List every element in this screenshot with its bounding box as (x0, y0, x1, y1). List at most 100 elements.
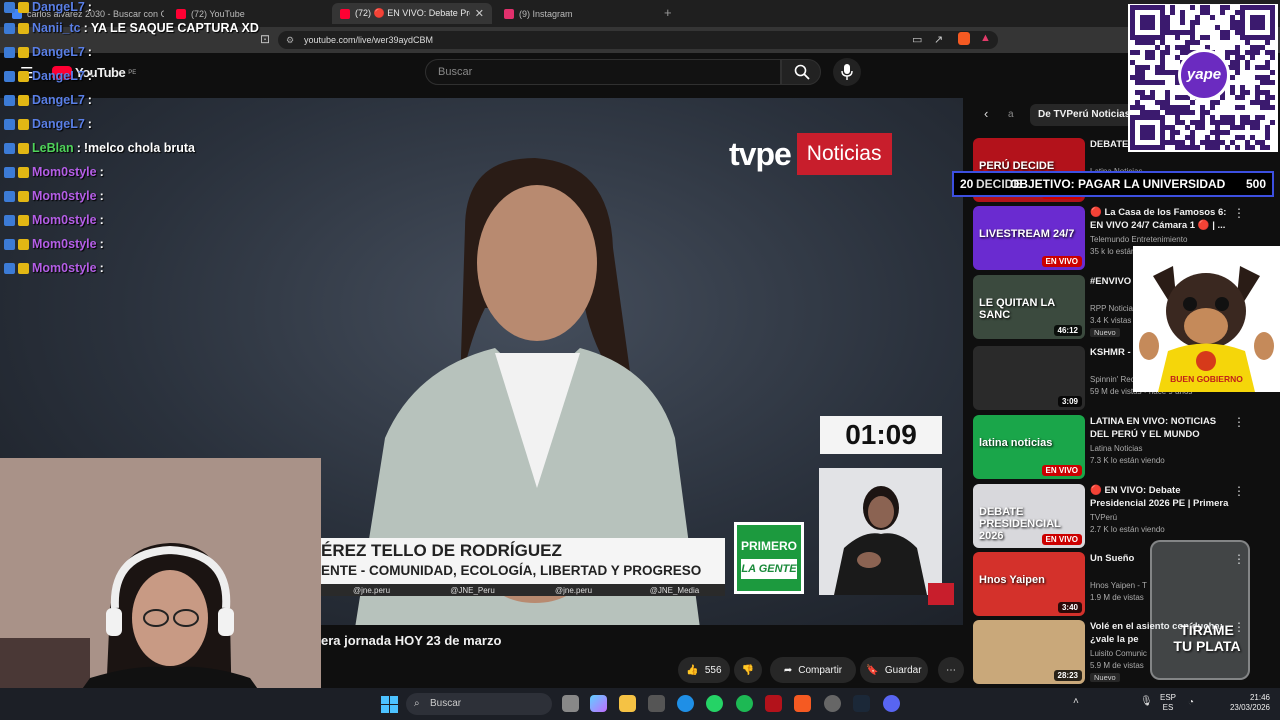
channel-name[interactable]: Latina Noticias (1090, 444, 1142, 453)
chat-message: DangeL7: (4, 93, 95, 107)
chat-username[interactable]: DangeL7 (32, 69, 85, 83)
video-title[interactable]: LATINA EN VIVO: NOTICIAS DEL PERÚ Y EL M… (1090, 415, 1230, 441)
edge-icon[interactable] (677, 695, 694, 712)
cast-icon[interactable]: ▭ (912, 33, 922, 46)
wifi-icon[interactable]: ◔ (1188, 697, 1194, 708)
duration-badge: 3:40 (1057, 602, 1082, 613)
debate-timer: 01:09 (820, 416, 942, 454)
chat-username[interactable]: Mom0style (32, 213, 97, 227)
search-input[interactable]: Buscar (425, 59, 781, 85)
task-view-icon[interactable] (562, 695, 579, 712)
discord-icon[interactable] (883, 695, 900, 712)
live-badge: EN VIVO (1041, 465, 1082, 476)
input-language[interactable]: ESP ES (1160, 693, 1176, 713)
language-code: ESP (1160, 693, 1177, 702)
microphone-tray-icon[interactable]: 🎙 (1140, 696, 1153, 707)
video-title[interactable]: 🔴 EN VIVO: Debate Presidencial 2026 PE |… (1090, 484, 1230, 511)
recommended-video[interactable]: DEBATE PRESIDENCIAL 2026 EN VIVO 🔴 EN VIVO… (973, 484, 1273, 548)
taskbar-search[interactable]: ⌕ Buscar (406, 693, 552, 715)
tab-instagram[interactable]: (9) Instagram (496, 3, 656, 24)
chat-username[interactable]: DangeL7 (32, 45, 85, 59)
steam-icon[interactable] (853, 695, 870, 712)
view-count: 5.9 M de vistas (1090, 661, 1144, 670)
obs-icon[interactable] (824, 695, 841, 712)
social-handle: @jne.peru (352, 585, 391, 595)
brave-shield-icon[interactable] (958, 32, 970, 45)
new-badge: Nuevo (1090, 328, 1120, 337)
chat-separator: : (99, 237, 104, 251)
chat-badge-icon (4, 46, 15, 58)
video-thumbnail[interactable]: DEBATE PRESIDENCIAL 2026 EN VIVO (973, 484, 1085, 548)
chat-username[interactable]: DangeL7 (32, 93, 85, 107)
chat-username[interactable]: Mom0style (32, 237, 97, 251)
file-explorer-icon[interactable] (619, 695, 636, 712)
channel-name[interactable]: RPP Noticias (1090, 304, 1137, 313)
save-button[interactable]: 🔖 Guardar (860, 657, 928, 683)
video-thumbnail[interactable]: LE QUITAN LA SANC 46:12 (973, 275, 1085, 339)
live-badge: EN VIVO (1041, 256, 1082, 267)
youtube-icon (340, 8, 350, 19)
chip-filter[interactable]: a (1000, 104, 1022, 126)
close-tab-icon[interactable]: ✕ (475, 7, 484, 20)
social-handle: @jne.peru (554, 585, 593, 595)
copilot-icon[interactable] (590, 695, 607, 712)
chat-username[interactable]: Mom0style (32, 189, 97, 203)
video-thumbnail[interactable]: 3:09 (973, 346, 1085, 410)
store-icon[interactable] (648, 695, 665, 712)
like-button[interactable]: 👍 556 (678, 657, 730, 683)
channel-name[interactable]: Hnos Yaipen - T (1090, 581, 1147, 590)
bookmark-icon[interactable]: ⊡ (260, 32, 270, 46)
chat-username[interactable]: Nanii_tc (32, 21, 81, 35)
voice-search-button[interactable] (833, 58, 861, 86)
clock[interactable]: 21:46 23/03/2026 (1218, 693, 1270, 713)
channel-name[interactable]: Spinnin' Rec (1090, 375, 1135, 384)
video-thumbnail[interactable]: 28:23 (973, 620, 1085, 684)
url-field[interactable]: ⚙ youtube.com/live/wer39aydCBM (278, 31, 998, 49)
video-thumbnail[interactable]: Hnos Yaipen 3:40 (973, 552, 1085, 616)
more-options-icon[interactable]: ⋮ (1233, 415, 1245, 429)
whatsapp-icon[interactable] (706, 695, 723, 712)
share-icon[interactable]: ↗ (934, 33, 943, 46)
video-thumbnail[interactable]: latina noticias EN VIVO (973, 415, 1085, 479)
chat-username[interactable]: DangeL7 (32, 117, 85, 131)
chip-tvperu[interactable]: De TVPerú Noticias (1030, 104, 1139, 126)
taskbar-search-label: Buscar (430, 698, 462, 709)
video-thumbnail[interactable]: LIVESTREAM 24/7 EN VIVO (973, 206, 1085, 270)
lower-third: ÉREZ TELLO DE RODRÍGUEZ ENTE - COMUNIDAD… (321, 538, 725, 584)
more-options-icon[interactable]: ⋮ (1233, 206, 1245, 220)
share-button[interactable]: ➦ Compartir (770, 657, 856, 683)
tab-debate-live[interactable]: (72) 🔴 EN VIVO: Debate Pre ✕ (332, 3, 492, 24)
candidate-name: ÉREZ TELLO DE RODRÍGUEZ (321, 541, 562, 560)
video-title[interactable]: 🔴 La Casa de los Famosos 6: EN VIVO 24/7… (1090, 206, 1230, 232)
chat-badge-icon (4, 238, 15, 250)
thumbnail-text: LE QUITAN LA SANC (979, 297, 1055, 321)
new-tab-button[interactable]: + (664, 5, 672, 20)
chat-username[interactable]: Mom0style (32, 165, 97, 179)
channel-name[interactable]: TVPerú (1090, 513, 1117, 522)
channel-name[interactable]: Luisito Comunic (1090, 649, 1147, 658)
more-options-icon[interactable]: ⋮ (1233, 484, 1245, 498)
crown-badge-icon (18, 1, 29, 13)
tvpe-wordmark: tvpe (729, 135, 792, 172)
chat-badge-icon (4, 118, 15, 130)
chip-scroll-left-icon[interactable]: ‹ (984, 106, 988, 121)
tray-overflow-icon[interactable]: ˄ (1073, 696, 1079, 707)
brave-icon[interactable] (794, 695, 811, 712)
chat-username[interactable]: DangeL7 (32, 0, 85, 14)
chat-separator: : (99, 165, 104, 179)
search-icon: ⌕ (414, 698, 420, 709)
chat-username[interactable]: LeBlan (32, 141, 74, 155)
windows-start-icon[interactable] (381, 696, 398, 713)
search-button[interactable] (781, 59, 821, 85)
site-info-icon[interactable]: ⚙ (286, 31, 294, 49)
brave-rewards-icon[interactable]: ▲ (980, 32, 991, 44)
recommended-video[interactable]: latina noticias EN VIVO LATINA EN VIVO: NO… (973, 415, 1273, 479)
channel-name[interactable]: Telemundo Entretenimiento (1090, 235, 1187, 244)
more-actions-button[interactable]: ⋯ (938, 657, 964, 683)
candidate-party: ENTE - COMUNIDAD, ECOLOGÍA, LIBERTAD Y P… (321, 563, 702, 578)
app-icon[interactable] (765, 695, 782, 712)
spotify-icon[interactable] (736, 695, 753, 712)
chat-username[interactable]: Mom0style (32, 261, 97, 275)
crown-badge-icon (18, 166, 29, 178)
dislike-button[interactable]: 👎 (734, 657, 762, 683)
